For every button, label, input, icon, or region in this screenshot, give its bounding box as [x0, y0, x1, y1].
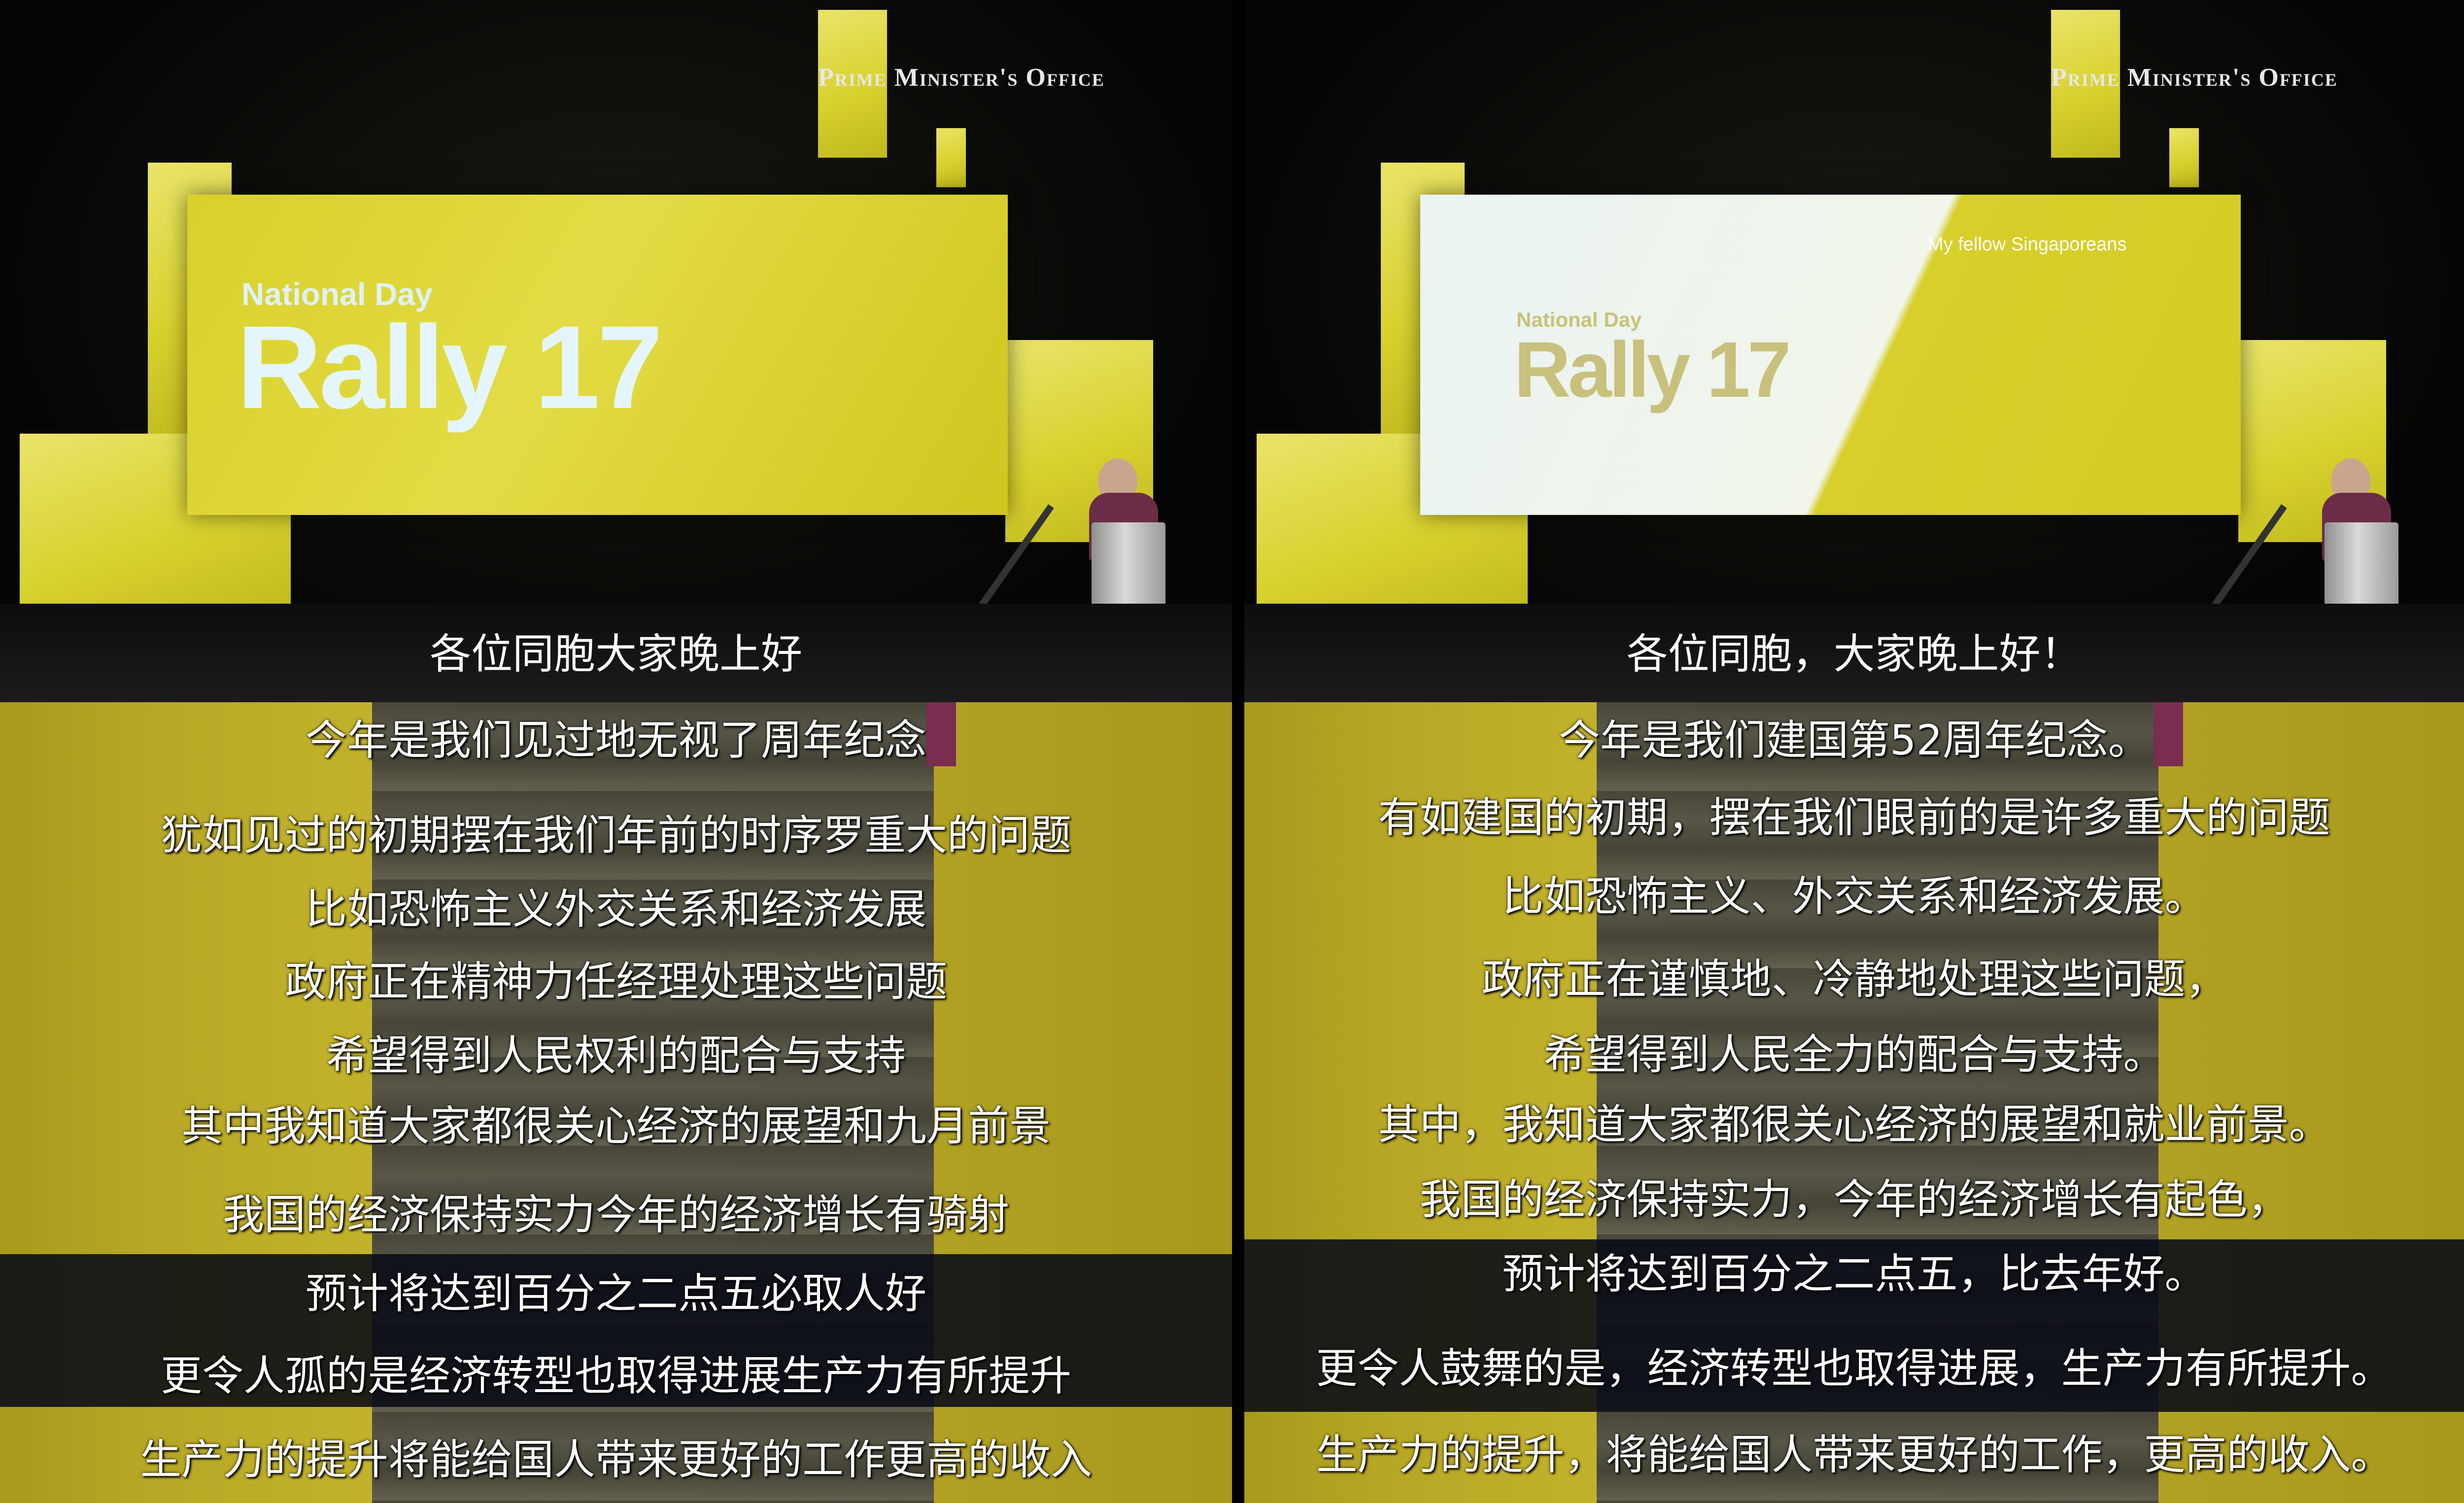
subtitle-line: 预计将达到百分之二点五必取人好	[305, 1269, 926, 1318]
subtitle-line: 其中我知道大家都很关心经济的展望和九月前景	[181, 1102, 1051, 1150]
left-subtitle-stack: 今年是我们见过地无视了周年纪念 犹如见过的初期摆在我们年前的时序罗重大的问题 比…	[0, 702, 1232, 1503]
subtitle-line: 比如恐怖主义外交关系和经济发展	[305, 885, 926, 933]
subtitle-line: 政府正在精神力任经理处理这些问题	[284, 957, 947, 1006]
subtitle-line: 今年是我们见过地无视了周年纪念	[305, 716, 926, 764]
pmo-logo: Prime Minister's Office	[818, 64, 1105, 92]
subtitle-line: 生产力的提升，将能给国人带来更好的工作，更高的收入。	[1316, 1431, 2393, 1479]
right-video-frame: My fellow Singaporeans National Day Rall…	[1244, 0, 2464, 1503]
subtitle-line: 我国的经济保持实力，今年的经济增长有起色，	[1419, 1175, 2289, 1224]
subtitle-line: 预计将达到百分之二点五，比去年好。	[1502, 1250, 2206, 1298]
pmo-logo: Prime Minister's Office	[2051, 64, 2338, 92]
slide-caption: My fellow Singaporeans	[1928, 234, 2127, 255]
subtitle-line: 更令人孤的是经济转型也取得进展生产力有所提升	[160, 1352, 1071, 1400]
right-slide-screen: My fellow Singaporeans National Day Rall…	[1420, 195, 2241, 515]
subtitle-line: 我国的经济保持实力今年的经济增长有骑射	[222, 1191, 1009, 1239]
stage-panel	[936, 128, 966, 187]
subtitle-line: 生产力的提升将能给国人带来更好的工作更高的收入	[139, 1435, 1092, 1484]
subtitle-line: 今年是我们建国第52周年纪念。	[1559, 716, 2150, 764]
subtitle-line: 有如建国的初期，摆在我们眼前的是许多重大的问题	[1378, 793, 2330, 842]
left-video-frame: National Day Rally 17 Prime Minister's O…	[0, 0, 1232, 1503]
left-slide-screen: National Day Rally 17	[187, 195, 1008, 515]
subtitle-line: 犹如见过的初期摆在我们年前的时序罗重大的问题	[160, 811, 1071, 859]
subtitle-line: 政府正在谨慎地、冷静地处理这些问题，	[1481, 955, 2227, 1003]
subtitle-line: 更令人鼓舞的是，经济转型也取得进展，生产力有所提升。	[1316, 1344, 2393, 1393]
left-stage-scene: National Day Rally 17 Prime Minister's O…	[0, 0, 1232, 702]
right-stage-scene: My fellow Singaporeans National Day Rall…	[1244, 0, 2464, 702]
right-subtitle-stack: 今年是我们建国第52周年纪念。 有如建国的初期，摆在我们眼前的是许多重大的问题 …	[1244, 702, 2464, 1503]
subtitle-line: 希望得到人民权利的配合与支持	[326, 1031, 906, 1080]
subtitle-line: 希望得到人民全力的配合与支持。	[1543, 1030, 2165, 1079]
subtitle-line: 其中，我知道大家都很关心经济的展望和就业前景。	[1378, 1100, 2330, 1149]
slide-big-title: Rally 17	[1514, 325, 1791, 413]
slide-big-title: Rally 17	[237, 301, 663, 433]
top-subtitle: 各位同胞大家晚上好	[429, 630, 802, 678]
top-subtitle: 各位同胞，大家晚上好！	[1626, 630, 2082, 678]
stage-panel	[2169, 128, 2199, 187]
subtitle-line: 比如恐怖主义、外交关系和经济发展。	[1502, 872, 2206, 921]
